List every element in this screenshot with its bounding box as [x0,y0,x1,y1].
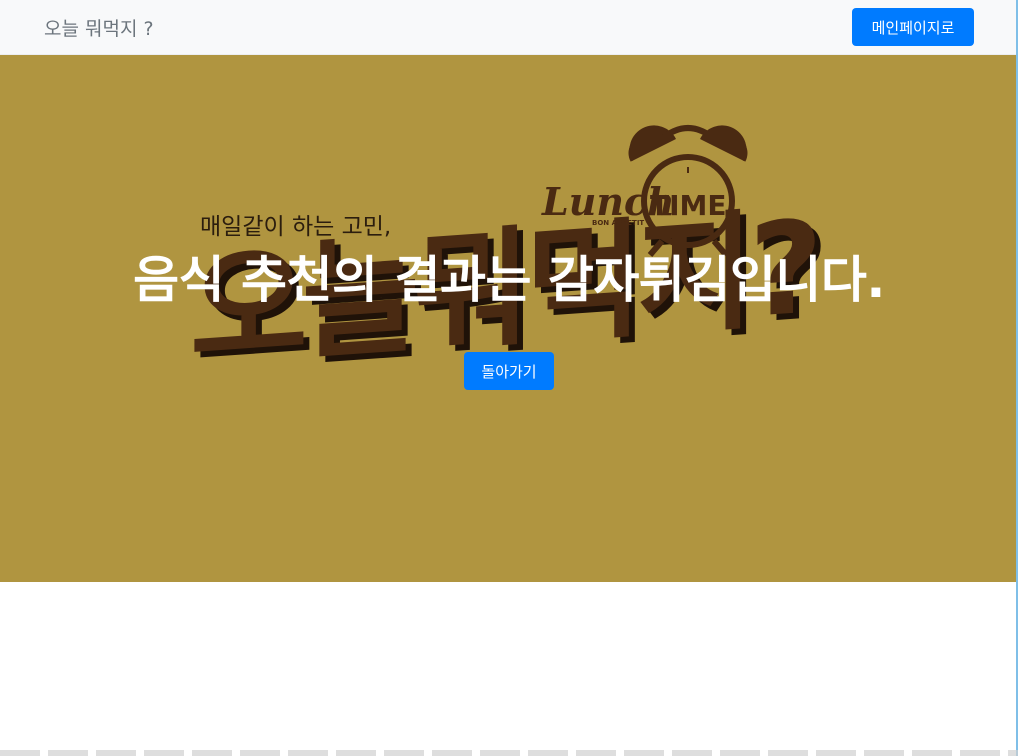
page-footer-edge [0,750,1018,756]
result-title: 음식 추천의 결과는 감자튀김입니다. [133,251,885,309]
main-page-button[interactable]: 메인페이지로 [852,8,974,46]
navbar-brand[interactable]: 오늘 뭐먹지 ? [44,14,154,41]
back-button[interactable]: 돌아가기 [464,352,554,390]
logo-subtitle-text: BON APPETIT [592,219,644,227]
logo-time-text: TIME [650,189,727,222]
hero-illustration: 오늘뭐먹지? 오늘뭐먹지? Lunch TIME BON APPETIT [190,125,823,392]
navbar: 오늘 뭐먹지 ? 메인페이지로 [0,0,1018,55]
hero-tagline: 매일같이 하는 고민, [200,214,392,240]
hero-banner: 오늘뭐먹지? 오늘뭐먹지? Lunch TIME BON APPETIT 매일같… [0,55,1018,582]
